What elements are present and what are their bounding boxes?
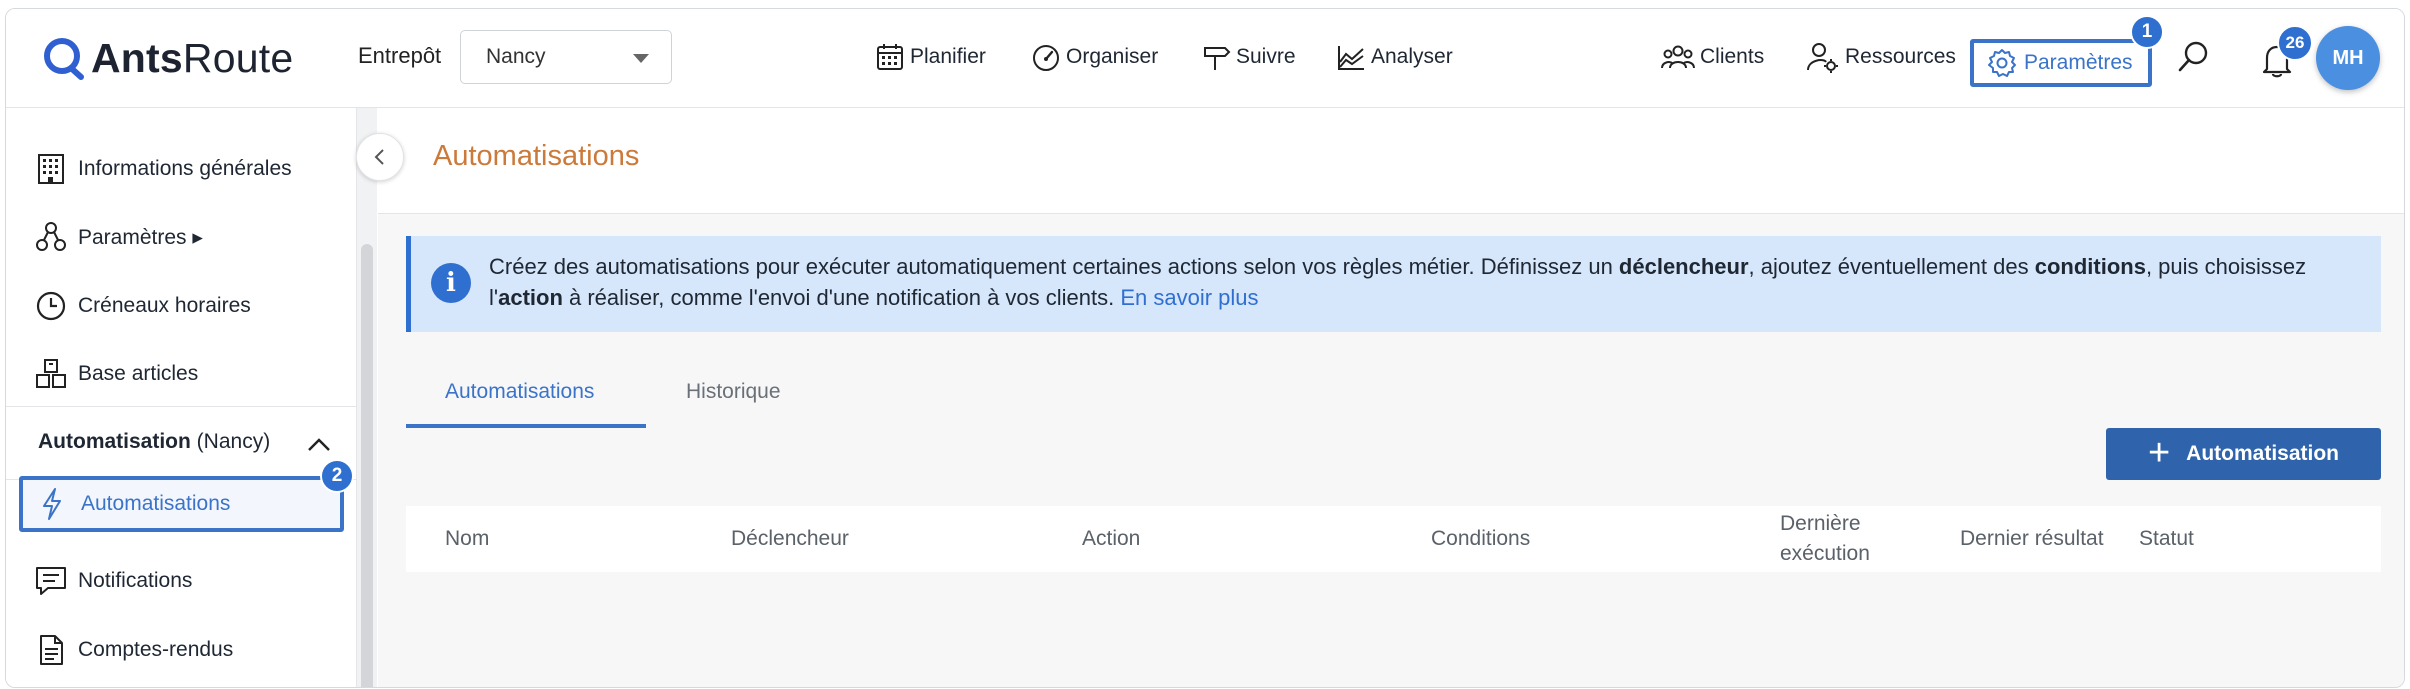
column-conditions[interactable]: Conditions — [1431, 524, 1530, 554]
sidebar-item-notifications[interactable]: Notifications — [34, 557, 192, 605]
clock-icon — [36, 291, 66, 321]
boxes-icon — [36, 359, 66, 388]
nav-resources[interactable]: Ressources — [1806, 37, 1956, 77]
sidebar-item-reports[interactable]: Comptes-rendus — [34, 626, 233, 674]
nav-plan-label: Planifier — [910, 45, 986, 68]
nav-resources-label: Ressources — [1845, 45, 1956, 68]
column-last-run[interactable]: Dernière exécution — [1780, 509, 1870, 569]
tab-automations[interactable]: Automatisations — [445, 380, 594, 404]
sidebar-item-label: Créneaux horaires — [78, 294, 251, 317]
nav-analyze[interactable]: Analyser — [1336, 37, 1453, 77]
info-text: Créez des automatisations pour exécuter … — [489, 254, 2307, 310]
nav-clients[interactable]: Clients — [1661, 37, 1764, 77]
chevron-up-icon[interactable] — [306, 434, 332, 456]
sidebar-item-label: Comptes-rendus — [78, 638, 234, 661]
info-banner: i Créez des automatisations pour exécute… — [406, 236, 2381, 332]
step-badge-2: 2 — [320, 459, 354, 493]
nav-analyze-label: Analyser — [1371, 45, 1453, 68]
sidebar-item-time-slots[interactable]: Créneaux horaires — [34, 282, 251, 330]
collapse-sidebar-button[interactable] — [356, 133, 404, 181]
warehouse-value: Nancy — [486, 45, 546, 68]
sidebar: Informations générales Paramètres ▸ Crén… — [6, 108, 357, 687]
lightning-icon — [43, 488, 61, 520]
add-automation-label: Automatisation — [2186, 442, 2340, 465]
column-trigger[interactable]: Déclencheur — [731, 524, 849, 554]
main-content: Automatisations i Créez des automatisati… — [378, 108, 2404, 687]
step-badge-1: 1 — [2130, 15, 2164, 49]
main-header: Automatisations — [378, 108, 2404, 214]
learn-more-link[interactable]: En savoir plus — [1120, 285, 1258, 310]
gauge-icon — [1033, 45, 1059, 71]
tab-history[interactable]: Historique — [686, 380, 781, 404]
nav-clients-label: Clients — [1700, 45, 1765, 68]
gear-icon — [1988, 49, 2016, 77]
search-icon[interactable] — [2176, 39, 2212, 75]
info-icon: i — [431, 263, 471, 303]
sidebar-item-label: Paramètres ▸ — [78, 225, 203, 249]
sidebar-item-parameters[interactable]: Paramètres ▸ — [34, 213, 203, 261]
chevron-left-icon — [374, 149, 384, 165]
nav-track-label: Suivre — [1236, 45, 1296, 68]
sidebar-section-title[interactable]: Automatisation (Nancy) — [38, 430, 270, 454]
column-status[interactable]: Statut — [2139, 524, 2194, 554]
user-gear-icon — [1807, 43, 1838, 73]
document-icon — [40, 635, 63, 665]
notification-count-badge: 26 — [2277, 25, 2313, 61]
top-bar: AntsRoute Entrepôt Nancy Planifier Organ… — [6, 9, 2404, 108]
sidebar-divider — [6, 406, 356, 407]
users-icon — [1661, 45, 1695, 69]
sidebar-item-general-info[interactable]: Informations générales — [34, 145, 292, 193]
logo[interactable]: AntsRoute — [41, 35, 293, 81]
nav-track[interactable]: Suivre — [1201, 37, 1296, 77]
message-icon — [36, 567, 66, 595]
building-icon — [38, 154, 64, 184]
avatar[interactable]: MH — [2316, 26, 2380, 90]
chevron-down-icon — [633, 54, 649, 63]
sidebar-item-label: Automatisations — [81, 492, 231, 515]
page-title: Automatisations — [433, 140, 640, 172]
column-last-result[interactable]: Dernier résultat — [1960, 524, 2104, 554]
nav-plan[interactable]: Planifier — [875, 37, 986, 77]
sidebar-item-label: Notifications — [78, 569, 193, 592]
nav-settings-label: Paramètres — [2024, 51, 2133, 74]
nav-settings[interactable]: Paramètres — [1970, 39, 2152, 87]
nav-organize[interactable]: Organiser — [1031, 37, 1158, 77]
active-tab-indicator — [406, 424, 646, 428]
sidebar-item-label: Informations générales — [78, 157, 292, 180]
chart-icon — [1338, 46, 1364, 70]
sidebar-item-automations[interactable]: Automatisations — [19, 476, 344, 532]
column-name[interactable]: Nom — [445, 524, 489, 554]
nodes-icon — [36, 222, 66, 251]
plus-icon: + — [2147, 431, 2171, 474]
tabs: Automatisations Historique — [406, 348, 1006, 428]
logo-text: AntsRoute — [91, 34, 294, 81]
warehouse-select[interactable]: Nancy — [460, 30, 672, 84]
sidebar-item-articles[interactable]: Base articles — [34, 350, 198, 398]
calendar-icon — [877, 44, 903, 70]
app-window: AntsRoute Entrepôt Nancy Planifier Organ… — [5, 8, 2405, 688]
warehouse-label: Entrepôt — [358, 43, 442, 68]
table-header: Nom Déclencheur Action Conditions Derniè… — [406, 506, 2381, 572]
sidebar-scrollbar[interactable] — [361, 244, 373, 687]
add-automation-button[interactable]: + Automatisation — [2106, 428, 2381, 480]
signpost-icon — [1204, 47, 1231, 70]
antsroute-logo-icon — [44, 38, 84, 80]
column-action[interactable]: Action — [1082, 524, 1140, 554]
nav-organize-label: Organiser — [1066, 45, 1159, 68]
sidebar-item-label: Base articles — [78, 362, 199, 385]
